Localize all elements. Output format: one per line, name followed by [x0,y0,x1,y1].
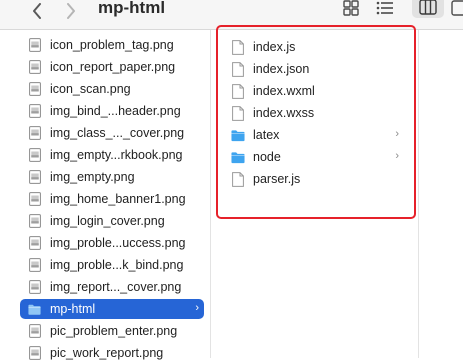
file-row[interactable]: icon_report_paper.png [20,57,204,77]
chevron-right-icon [67,3,75,19]
file-name-label: img_empty.png [50,170,135,184]
file-row[interactable]: img_empty.png [20,167,204,187]
image-file-icon [28,346,41,361]
file-name-label: img_home_banner1.png [50,192,186,206]
column-view-icon [419,0,437,15]
image-file-icon [28,170,41,185]
icon-view-button[interactable] [340,0,362,20]
file-name-label: pic_problem_enter.png [50,324,178,338]
image-file-icon [28,324,41,339]
file-row[interactable]: pic_problem_enter.png [20,321,204,341]
annotation-highlight-box [216,25,416,219]
image-file-icon [28,258,41,273]
image-file-icon [28,104,41,119]
file-row[interactable]: img_proble...uccess.png [20,233,204,253]
image-file-icon [28,192,41,207]
partial-toolbar-icon [451,0,463,16]
file-row[interactable]: img_login_cover.png [20,211,204,231]
parent-folder-column: icon_problem_tag.png icon_report_paper.pn… [0,30,210,360]
file-name-label: icon_problem_tag.png [50,38,174,52]
file-row[interactable]: img_report..._cover.png [20,277,204,297]
image-file-icon [28,126,41,141]
file-name-label: img_empty...rkbook.png [50,148,183,162]
file-name-label: img_class_..._cover.png [50,126,185,140]
list-view-icon [376,1,393,15]
file-row[interactable]: img_class_..._cover.png [20,123,204,143]
column-view-button[interactable] [412,0,444,18]
more-views-button[interactable] [450,0,463,20]
chevron-left-icon [33,3,41,19]
file-name-label: icon_scan.png [50,82,131,96]
file-name-label: img_proble...uccess.png [50,236,186,250]
folder-icon [28,302,41,317]
column-divider[interactable] [418,30,419,358]
image-file-icon [28,38,41,53]
file-row[interactable]: img_home_banner1.png [20,189,204,209]
file-row[interactable]: img_proble...k_bind.png [20,255,204,275]
file-row[interactable]: icon_problem_tag.png [20,35,204,55]
chevron-right-icon: › [195,302,199,314]
file-row[interactable]: icon_scan.png [20,79,204,99]
file-row[interactable]: img_empty...rkbook.png [20,145,204,165]
image-file-icon [28,82,41,97]
icon-grid-view-icon [343,0,359,16]
file-name-label: mp-html [50,302,96,316]
image-file-icon [28,60,41,75]
forward-button[interactable] [60,0,82,22]
file-name-label: img_login_cover.png [50,214,165,228]
file-name-label: icon_report_paper.png [50,60,176,74]
file-name-label: img_report..._cover.png [50,280,182,294]
image-file-icon [28,148,41,163]
image-file-icon [28,236,41,251]
back-button[interactable] [26,0,48,22]
file-name-label: img_bind_...header.png [50,104,181,118]
file-row[interactable]: img_bind_...header.png [20,101,204,121]
image-file-icon [28,280,41,295]
folder-row-selected[interactable]: mp-html › [20,299,204,319]
list-view-button[interactable] [374,0,396,20]
window-title: mp-html [98,0,166,17]
file-row[interactable]: pic_work_report.png [20,343,204,363]
file-name-label: img_proble...k_bind.png [50,258,184,272]
image-file-icon [28,214,41,229]
